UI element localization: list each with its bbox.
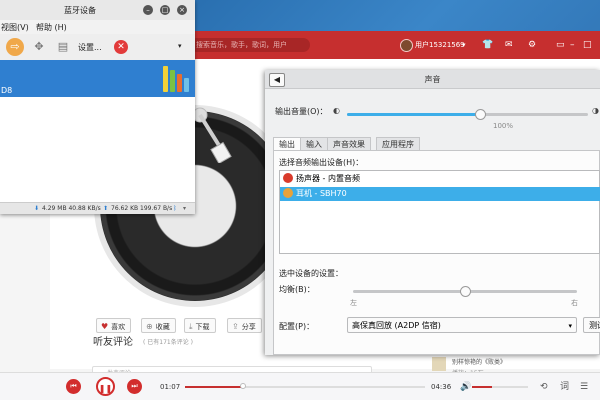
speaker-icon [283,172,293,183]
volume-high-icon[interactable]: ◑ [592,106,599,115]
mail-icon[interactable]: ✉ [505,40,513,50]
output-volume-slider[interactable] [347,113,588,116]
previous-icon[interactable]: ⏮ [66,379,81,394]
chevron-down-icon[interactable]: ▾ [183,203,186,215]
volume-percent-mark: 100% [493,122,514,130]
list-item-selected[interactable]: 耳机 - SBH70 [280,187,600,201]
download-arrow-icon: ⬇ [34,205,40,212]
close-icon[interactable]: × [177,5,187,15]
pair-icon[interactable]: ✥ [30,38,48,56]
comments-title: 听友评论 [93,337,133,348]
mini-mode-icon[interactable]: ▭ [556,40,565,50]
device-row-selected[interactable]: D8 [0,60,195,97]
device-list-label: 选择音频输出设备(H)： [279,158,364,167]
chevron-down-icon: ▾ [568,322,572,330]
chevron-down-icon[interactable]: ▾ [178,42,182,50]
signal-bar-icon [177,74,182,92]
test-button[interactable]: 测试 [583,317,600,333]
signal-bar-icon [163,66,168,92]
loop-icon[interactable]: ⟲ [540,382,548,392]
output-volume-fill [347,113,480,116]
toolbar: ⇨ ✥ ▤ 设置... ✕ ▾ [0,34,195,61]
download-icon: ⤓ [189,322,193,331]
similar-thumbnail[interactable] [432,357,446,371]
properties-icon[interactable]: ▤ [54,38,72,56]
tab-applications[interactable]: 应用程序 [376,137,420,150]
like-button[interactable]: ♥ 喜欢 [96,318,132,333]
output-volume-knob[interactable] [474,109,486,120]
balance-right-label: 右 [571,299,578,307]
minimize-icon[interactable]: – [143,5,153,15]
headphone-icon [283,187,293,198]
menu-bar: 视图(V) 帮助 (H) [0,20,195,35]
balance-knob[interactable] [460,286,471,297]
list-item[interactable]: 扬声器 - 内置音频 [280,172,600,186]
menu-help[interactable]: 帮助 (H) [36,22,67,33]
output-volume-label: 输出音量(O)： [275,107,328,116]
remove-icon[interactable]: ✕ [114,40,128,54]
bluetooth-icon: ᛒ [173,205,177,212]
balance-label: 均衡(B)： [279,285,315,294]
heart-icon: ♥ [101,322,109,331]
window-title: 蓝牙设备 [64,6,96,15]
music-search-input[interactable]: 搜索音乐，歌手，歌词，用户 [190,38,310,52]
lyrics-icon[interactable]: 词 [560,382,569,392]
sound-titlebar: ◀ 声音 [265,70,600,89]
volume-track[interactable] [472,386,528,388]
elapsed-time: 01:07 [160,383,181,391]
connect-icon[interactable]: ⇨ [6,38,24,56]
download-stats: 4.29 MB 40.88 KB/s [42,205,101,212]
progress-fill [185,386,243,388]
progress-track[interactable] [185,386,425,388]
download-button[interactable]: ⤓ 下载 [184,318,216,333]
dialog-title: 声音 [424,75,441,84]
tab-output[interactable]: 输出 [273,137,301,150]
volume-fill [472,386,492,388]
signal-bar-icon [170,70,175,92]
playlist-icon[interactable]: ☰ [580,382,588,392]
total-time: 04:36 [431,383,452,391]
tonearm-icon [192,107,232,163]
share-button[interactable]: ⇪ 分享 [227,318,262,333]
pause-icon[interactable]: ❚❚ [96,377,115,396]
maximize-icon[interactable]: □ [583,40,592,50]
profile-select[interactable]: 高保真回放 (A2DP 信宿) ▾ [347,317,577,333]
sound-dialog: ◀ 声音 输出音量(O)： ◐ ◑ 100% 输出 输入 声音效果 应用程序 选… [265,70,600,355]
menu-view[interactable]: 视图(V) [1,22,29,33]
setup-button[interactable]: 设置... [78,42,102,53]
skin-icon[interactable]: 👕 [482,40,493,50]
profile-label: 配置(P)： [279,322,315,331]
bluetooth-window: 蓝牙设备 – □ × 视图(V) 帮助 (H) ⇨ ✥ ▤ 设置... ✕ ▾ … [0,0,195,214]
settings-icon[interactable]: ⚙ [528,40,536,50]
device-name: D8 [1,86,13,95]
signal-bar-icon [184,78,189,92]
share-icon: ⇪ [232,322,239,331]
user-name[interactable]: 用户15321569 [415,40,465,50]
progress-knob[interactable] [239,383,246,389]
volume-low-icon[interactable]: ◐ [333,106,340,115]
next-icon[interactable]: ⏭ [127,379,142,394]
upload-stats: 76.62 KB 199.67 B/s [111,205,173,212]
tab-sound-effects[interactable]: 声音效果 [327,137,371,150]
tab-input[interactable]: 输入 [300,137,328,150]
similar-title[interactable]: 别样惊艳的《败类》 [452,357,506,366]
status-bar: ⬇ 4.29 MB 40.88 KB/s ⬆ 76.62 KB 199.67 B… [0,202,195,214]
maximize-icon[interactable]: □ [160,5,170,15]
collect-button[interactable]: ⊕ 收藏 [141,318,176,333]
comments-count: ( 已有171条评论 ) [143,339,193,346]
minimize-icon[interactable]: – [570,40,575,50]
balance-left-label: 左 [350,299,357,307]
chevron-down-icon[interactable]: ▾ [462,40,466,50]
folder-plus-icon: ⊕ [146,322,153,331]
device-settings-label: 选中设备的设置： [279,269,343,278]
upload-arrow-icon: ⬆ [103,205,109,212]
device-list: 扬声器 - 内置音频 耳机 - SBH70 [279,170,600,254]
bluetooth-titlebar: 蓝牙设备 – □ × [0,0,195,20]
volume-icon[interactable]: 🔊 [460,382,471,392]
avatar[interactable] [400,39,413,52]
